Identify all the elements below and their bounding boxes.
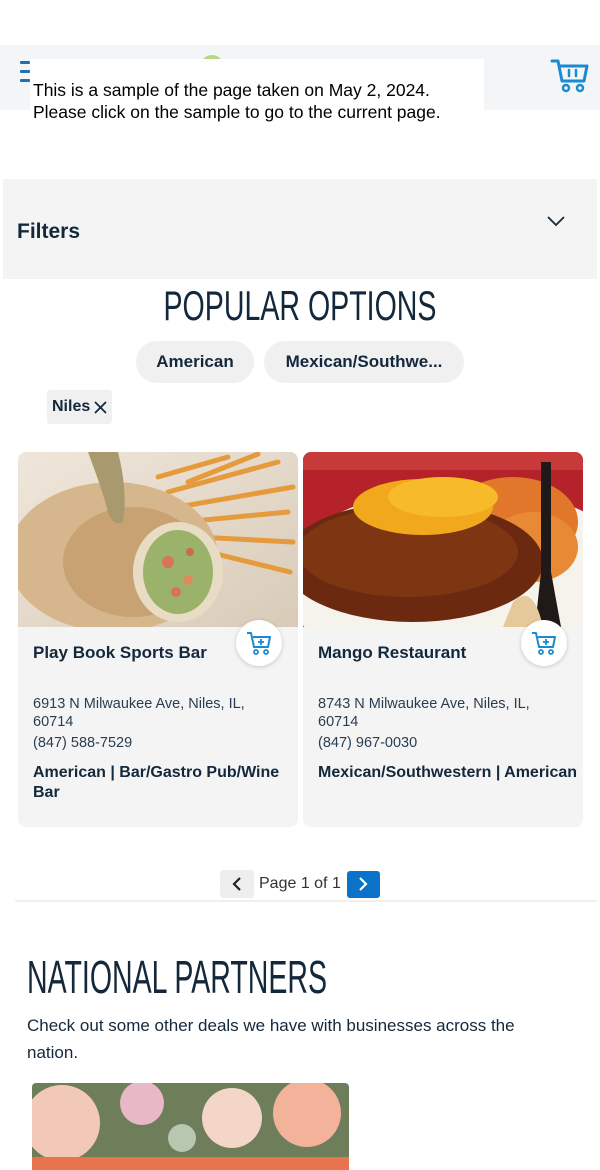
enchilada-with-rice-photo[interactable]: [303, 452, 583, 677]
pagination: Page 1 of 1: [220, 870, 380, 898]
listing-card[interactable]: Play Book Sports Bar 6913 N Milwaukee Av…: [18, 452, 298, 827]
archive-sample-notice[interactable]: This is a sample of the page taken on Ma…: [30, 59, 484, 122]
listing-name[interactable]: Play Book Sports Bar: [33, 643, 207, 663]
notice-line-2: Please click on the sample to go to the …: [33, 102, 441, 122]
chevron-down-icon[interactable]: [545, 213, 567, 229]
chevron-left-icon[interactable]: [220, 870, 254, 898]
flowers-photo[interactable]: [32, 1083, 349, 1170]
chevron-right-icon[interactable]: [346, 870, 380, 898]
listing-categories: Mexican/Southwestern | American: [318, 764, 578, 781]
wrap-sandwich-with-fries-photo[interactable]: [18, 452, 298, 632]
close-icon[interactable]: [94, 400, 107, 414]
add-to-cart-icon[interactable]: [521, 620, 567, 666]
section-divider: [15, 900, 597, 902]
notice-line-1: This is a sample of the page taken on Ma…: [33, 80, 430, 100]
filters-label: Filters: [17, 220, 81, 243]
pill-american[interactable]: American: [136, 341, 254, 383]
filters-panel[interactable]: Filters: [3, 179, 597, 279]
listing-address: 6913 N Milwaukee Ave, Niles, IL, 60714: [33, 696, 245, 730]
page-indicator: Page 1 of 1: [259, 875, 341, 892]
popular-options-title: POPULAR OPTIONS: [163, 282, 437, 329]
listing-name[interactable]: Mango Restaurant: [318, 643, 466, 663]
listing-phone[interactable]: (847) 588-7529: [33, 735, 132, 751]
add-to-cart-icon[interactable]: [236, 620, 282, 666]
listing-categories: American | Bar/Gastro Pub/Wine Bar: [33, 764, 280, 801]
active-filter-tag[interactable]: Niles: [47, 390, 112, 424]
active-filter-label: Niles: [52, 398, 91, 415]
listing-card[interactable]: Mango Restaurant 8743 N Milwaukee Ave, N…: [303, 452, 583, 827]
listing-phone[interactable]: (847) 967-0030: [318, 735, 417, 751]
national-partners-title: NATIONAL PARTNERS: [27, 951, 328, 1003]
national-partners-description: Check out some other deals we have with …: [27, 1016, 515, 1062]
listing-address: 8743 N Milwaukee Ave, Niles, IL, 60714: [318, 696, 530, 730]
shopping-cart-icon[interactable]: [550, 55, 590, 95]
pill-mexican-southwestern[interactable]: Mexican/Southwe...: [264, 341, 464, 383]
